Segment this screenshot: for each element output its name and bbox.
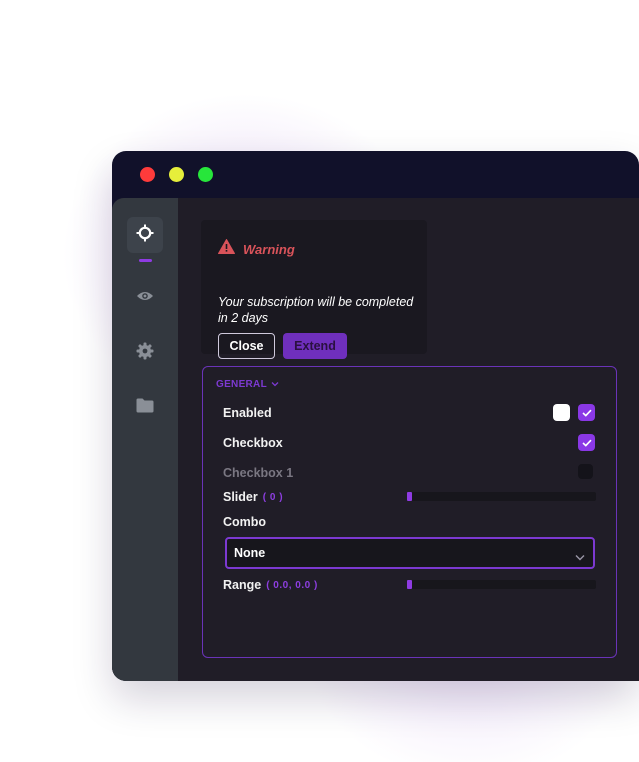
- eye-icon: [136, 289, 154, 307]
- warning-message: Your subscription will be completed in 2…: [218, 295, 414, 325]
- section-header-general[interactable]: GENERAL: [216, 379, 279, 390]
- app-window: Warning Your subscription will be comple…: [112, 151, 639, 681]
- warning-triangle-icon: [218, 239, 235, 259]
- chevron-down-icon: [271, 379, 279, 390]
- warning-header: Warning: [218, 239, 295, 259]
- range-value: ( 0.0, 0.0 ): [266, 579, 318, 591]
- checkmark-icon: [581, 404, 592, 422]
- minimize-window-dot[interactable]: [169, 167, 184, 182]
- sidebar-item-files[interactable]: [127, 390, 163, 426]
- sidebar-item-settings[interactable]: [127, 335, 163, 371]
- range-thumb[interactable]: [407, 580, 412, 589]
- combo-value: None: [234, 546, 266, 560]
- general-panel: GENERAL Enabled Checkbox Checkbox 1 Slid…: [202, 366, 617, 658]
- checkbox-label: Checkbox: [223, 436, 283, 450]
- checkmark-icon: [581, 434, 592, 452]
- range-label: Range: [223, 578, 262, 592]
- enabled-color-swatch[interactable]: [553, 404, 570, 421]
- sidebar-item-target[interactable]: [127, 217, 163, 253]
- chevron-down-icon: [575, 548, 585, 566]
- close-button[interactable]: Close: [218, 333, 275, 359]
- slider-thumb[interactable]: [407, 492, 412, 501]
- slider-row-label: Slider ( 0 ): [223, 490, 283, 504]
- enabled-checkbox[interactable]: [578, 404, 595, 421]
- window-body: Warning Your subscription will be comple…: [112, 198, 639, 681]
- warning-title: Warning: [243, 241, 295, 257]
- checkbox1-checkbox: [578, 464, 593, 479]
- checkbox-checkbox[interactable]: [578, 434, 595, 451]
- sidebar-item-visuals[interactable]: [127, 280, 163, 316]
- enabled-label: Enabled: [223, 406, 272, 420]
- section-title: GENERAL: [216, 379, 267, 390]
- crosshair-icon: [136, 224, 154, 247]
- title-bar: [112, 151, 639, 198]
- folder-icon: [136, 398, 154, 418]
- active-indicator: [139, 259, 152, 262]
- slider-value: ( 0 ): [262, 491, 284, 503]
- warning-popup: Warning Your subscription will be comple…: [201, 220, 427, 359]
- sidebar: [112, 198, 178, 681]
- slider-track[interactable]: [407, 492, 596, 501]
- checkbox1-label: Checkbox 1: [223, 466, 294, 480]
- combo-select[interactable]: None: [225, 537, 595, 569]
- maximize-window-dot[interactable]: [198, 167, 213, 182]
- range-row-label: Range ( 0.0, 0.0 ): [223, 578, 318, 592]
- range-track[interactable]: [407, 580, 596, 589]
- slider-label: Slider: [223, 490, 258, 504]
- combo-label: Combo: [223, 515, 267, 529]
- gear-icon: [136, 342, 154, 365]
- close-window-dot[interactable]: [140, 167, 155, 182]
- extend-button[interactable]: Extend: [283, 333, 347, 359]
